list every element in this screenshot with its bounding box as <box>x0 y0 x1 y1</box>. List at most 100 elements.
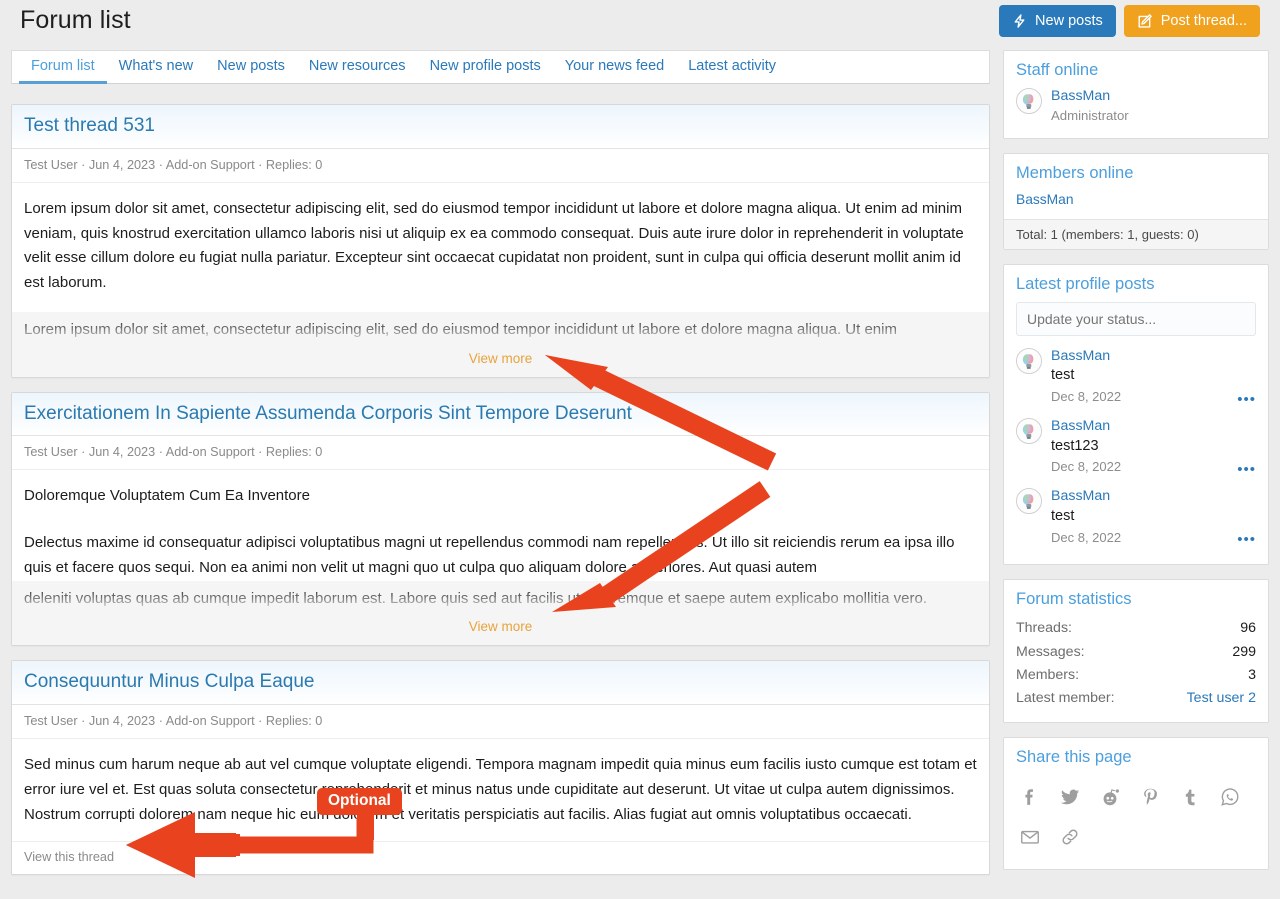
thread-title-link[interactable]: Consequuntur Minus Culpa Eaque <box>24 671 314 693</box>
tumblr-icon[interactable] <box>1170 777 1210 817</box>
thread-body: Sed minus cum harum neque ab aut vel cum… <box>12 739 989 827</box>
profile-post-main: BassMan test Dec 8, 2022 <box>1051 488 1256 548</box>
stat-row-latest-member: Latest member: Test user 2 <box>1016 687 1256 710</box>
forum-list-page: Forum list New posts Post thread... Foru… <box>0 0 1280 899</box>
status-input[interactable] <box>1016 301 1256 336</box>
thread-truncated-block: Lorem ipsum dolor sit amet, consectetur … <box>12 311 989 377</box>
forum-statistics-block: Forum statistics Threads: 96 Messages: 2… <box>1003 579 1269 723</box>
stat-row-members: Members: 3 <box>1016 664 1256 687</box>
thread-body: Lorem ipsum dolor sit amet, consectetur … <box>12 183 989 377</box>
tab-new-posts[interactable]: New posts <box>205 51 297 84</box>
tab-whats-new[interactable]: What's new <box>107 51 206 84</box>
latest-profile-posts-body: BassMan test Dec 8, 2022 ••• <box>1004 301 1268 565</box>
optional-annotation-badge: Optional <box>317 788 402 815</box>
tab-label: Latest activity <box>688 58 777 74</box>
thread-excerpt: Lorem ipsum dolor sit amet, consectetur … <box>24 199 964 292</box>
profile-post-date: Dec 8, 2022 <box>1051 529 1122 545</box>
profile-post-date: Dec 8, 2022 <box>1051 389 1122 405</box>
thread-truncated-text: deleniti voluptas quas ab cumque impedit… <box>24 589 928 607</box>
thread-card-footer: View this thread <box>12 840 989 874</box>
post-thread-button[interactable]: Post thread... <box>1123 5 1260 37</box>
staff-online-title: Staff online <box>1016 61 1099 79</box>
tab-label: Your news feed <box>564 58 665 74</box>
members-online-total: Total: 1 (members: 1, guests: 0) <box>1004 218 1268 249</box>
thread-truncated-block: deleniti voluptas quas ab cumque impedit… <box>12 580 989 646</box>
latest-profile-posts-block: Latest profile posts Update your status.… <box>1003 263 1269 566</box>
view-more-link[interactable]: View more <box>469 619 533 634</box>
members-online-block: Members online BassMan Total: 1 (members… <box>1003 152 1269 250</box>
member-online-link[interactable]: BassMan <box>1016 192 1074 207</box>
thread-excerpt: Delectus maxime id consequatur adipisci … <box>24 534 955 576</box>
stat-label: Latest member: <box>1016 689 1115 706</box>
share-this-page-block: Share this page <box>1003 737 1269 870</box>
members-online-title: Members online <box>1016 163 1134 182</box>
new-posts-button[interactable]: New posts <box>999 5 1116 37</box>
thread-meta: Test User · Jun 4, 2023 · Add-on Support… <box>12 149 989 183</box>
profile-post-text: test123 <box>1051 437 1099 454</box>
profile-post-text: test <box>1051 507 1075 524</box>
lightbulb-avatar <box>1016 488 1042 515</box>
thread-meta: Test User · Jun 4, 2023 · Add-on Support… <box>12 705 989 740</box>
staff-member-row[interactable]: BassMan Administrator <box>1016 88 1256 126</box>
lightbulb-avatar <box>1016 347 1042 374</box>
thread-title-link[interactable]: Exercitationem In Sapiente Assumenda Cor… <box>24 403 632 425</box>
profile-post-row: BassMan test Dec 8, 2022 ••• <box>1016 342 1256 412</box>
view-this-thread-link[interactable]: View this thread <box>24 850 114 864</box>
thread-body: Doloremque Voluptatem Cum Ea Inventore D… <box>12 470 989 646</box>
members-online-body: BassMan <box>1004 191 1268 219</box>
profile-post-row: BassMan test Dec 8, 2022 ••• <box>1016 482 1256 552</box>
profile-post-author[interactable]: BassMan <box>1051 348 1256 366</box>
thread-excerpt: Sed minus cum harum neque ab aut vel cum… <box>24 756 977 823</box>
profile-post-main: BassMan test123 Dec 8, 2022 <box>1051 418 1256 478</box>
whatsapp-icon[interactable] <box>1210 777 1250 817</box>
profile-post-menu-icon[interactable]: ••• <box>1237 462 1256 477</box>
facebook-icon[interactable] <box>1010 777 1050 817</box>
new-posts-label: New posts <box>1035 13 1103 29</box>
tab-your-news-feed[interactable]: Your news feed <box>553 51 676 84</box>
stat-label: Threads: <box>1016 620 1072 637</box>
reddit-icon[interactable] <box>1090 777 1130 817</box>
view-more-bar: View more <box>12 611 989 646</box>
forum-statistics-body: Threads: 96 Messages: 299 Members: 3 Lat… <box>1004 617 1268 722</box>
tab-label: What's new <box>118 58 194 74</box>
staff-online-block: Staff online BassMan Administrator <box>1003 50 1269 139</box>
nav-tabs: Forum list What's new New posts New reso… <box>11 50 990 84</box>
stat-row-messages: Messages: 299 <box>1016 641 1256 664</box>
thread-card: Consequuntur Minus Culpa Eaque Test User… <box>11 660 990 875</box>
tab-label: Forum list <box>31 58 95 74</box>
pinterest-icon[interactable] <box>1130 777 1170 817</box>
latest-member-link[interactable]: Test user 2 <box>1187 687 1256 710</box>
page-title: Forum list <box>20 6 131 34</box>
tab-new-resources[interactable]: New resources <box>297 51 418 84</box>
stat-label: Members: <box>1016 666 1080 683</box>
lightbulb-avatar <box>1016 417 1042 444</box>
thread-fade-wrap: deleniti voluptas quas ab cumque impedit… <box>12 587 989 612</box>
tab-new-profile-posts[interactable]: New profile posts <box>418 51 553 84</box>
profile-post-author[interactable]: BassMan <box>1051 418 1256 436</box>
thread-card: Exercitationem In Sapiente Assumenda Cor… <box>11 391 990 647</box>
tab-label: New posts <box>217 58 285 74</box>
thread-fade-wrap: Lorem ipsum dolor sit amet, consectetur … <box>12 318 989 343</box>
view-more-link[interactable]: View more <box>469 351 533 366</box>
latest-profile-posts-title: Latest profile posts <box>1016 274 1155 293</box>
tab-label: New resources <box>308 58 406 74</box>
thread-meta: Test User · Jun 4, 2023 · Add-on Support… <box>12 436 989 471</box>
profile-post-menu-icon[interactable]: ••• <box>1237 392 1256 407</box>
staff-member-role: Administrator <box>1051 107 1129 123</box>
thread-subheading: Doloremque Voluptatem Cum Ea Inventore <box>24 487 310 505</box>
profile-post-menu-icon[interactable]: ••• <box>1237 532 1256 547</box>
stat-value: 96 <box>1240 620 1256 637</box>
twitter-icon[interactable] <box>1050 777 1090 817</box>
thread-list: Test thread 531 Test User · Jun 4, 2023 … <box>11 104 990 889</box>
post-thread-label: Post thread... <box>1160 13 1247 29</box>
staff-member-info: BassMan Administrator <box>1051 88 1129 126</box>
profile-post-author[interactable]: BassMan <box>1051 488 1256 506</box>
staff-member-name[interactable]: BassMan <box>1051 88 1129 106</box>
email-icon[interactable] <box>1010 817 1050 857</box>
link-icon[interactable] <box>1050 817 1090 857</box>
thread-title-link[interactable]: Test thread 531 <box>24 115 155 137</box>
tab-latest-activity[interactable]: Latest activity <box>676 51 788 84</box>
stat-value: 3 <box>1248 666 1256 683</box>
tab-forum-list[interactable]: Forum list <box>19 51 107 84</box>
stat-label: Messages: <box>1016 643 1085 660</box>
